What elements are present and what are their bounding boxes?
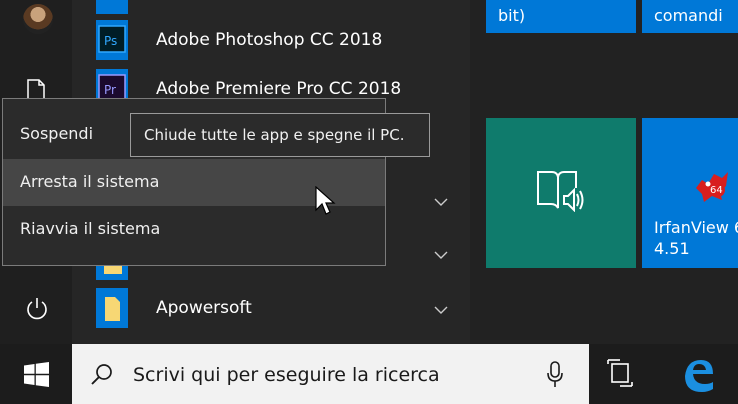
edge-browser-icon[interactable] (675, 352, 721, 396)
windows-logo-icon (24, 362, 49, 387)
user-avatar[interactable] (23, 4, 53, 34)
tile[interactable]: bit) (486, 0, 636, 33)
tooltip-text: Chiude tutte le app e spegne il PC. (144, 126, 405, 144)
task-view-icon[interactable] (596, 354, 646, 394)
chevron-down-icon[interactable] (434, 197, 448, 207)
irfanview-icon (696, 172, 728, 202)
mouse-cursor-icon (315, 186, 336, 215)
microphone-icon[interactable] (546, 361, 564, 388)
book-speaker-icon (537, 171, 584, 212)
app-name: Adobe Photoshop CC 2018 (156, 30, 383, 50)
tile-label: bit) (498, 6, 526, 25)
tile-label: IrfanView 6 (654, 218, 738, 237)
menu-item-label: Riavvia il sistema (20, 219, 161, 238)
svg-text:Pr: Pr (104, 83, 116, 97)
tile-label-version: 4.51 (654, 239, 690, 258)
ps-icon: Ps (96, 20, 128, 60)
tile-badge: 64 (710, 185, 723, 196)
menu-item-label: Arresta il sistema (20, 172, 160, 191)
tile-narrator[interactable] (486, 118, 636, 268)
svg-text:Ps: Ps (104, 34, 117, 48)
tile-irfanview[interactable]: 64 IrfanView 6 4.51 (642, 118, 738, 268)
taskbar: Scrivi qui per eseguire la ricerca (0, 344, 738, 404)
search-input[interactable]: Scrivi qui per eseguire la ricerca (133, 364, 440, 386)
folder-icon (96, 288, 128, 328)
app-name: Adobe Premiere Pro CC 2018 (156, 79, 402, 99)
tooltip: Chiude tutte le app e spegne il PC. (130, 113, 430, 157)
start-button[interactable] (0, 344, 72, 404)
search-icon (91, 364, 112, 385)
menu-item-label: Sospendi (20, 124, 94, 143)
tiles-panel: bit) comandi 64 IrfanView 6 4.51 (470, 0, 738, 344)
tile-label: comandi (654, 6, 723, 25)
chevron-down-icon[interactable] (434, 305, 448, 315)
app-name: Apowersoft (156, 298, 252, 318)
app-item-apowersoft[interactable]: Apowersoft (94, 284, 464, 332)
tile[interactable]: comandi (642, 0, 738, 33)
search-box[interactable]: Scrivi qui per eseguire la ricerca (72, 344, 589, 404)
power-icon[interactable] (25, 296, 49, 320)
app-item-photoshop[interactable]: Ps Adobe Photoshop CC 2018 (94, 16, 464, 64)
